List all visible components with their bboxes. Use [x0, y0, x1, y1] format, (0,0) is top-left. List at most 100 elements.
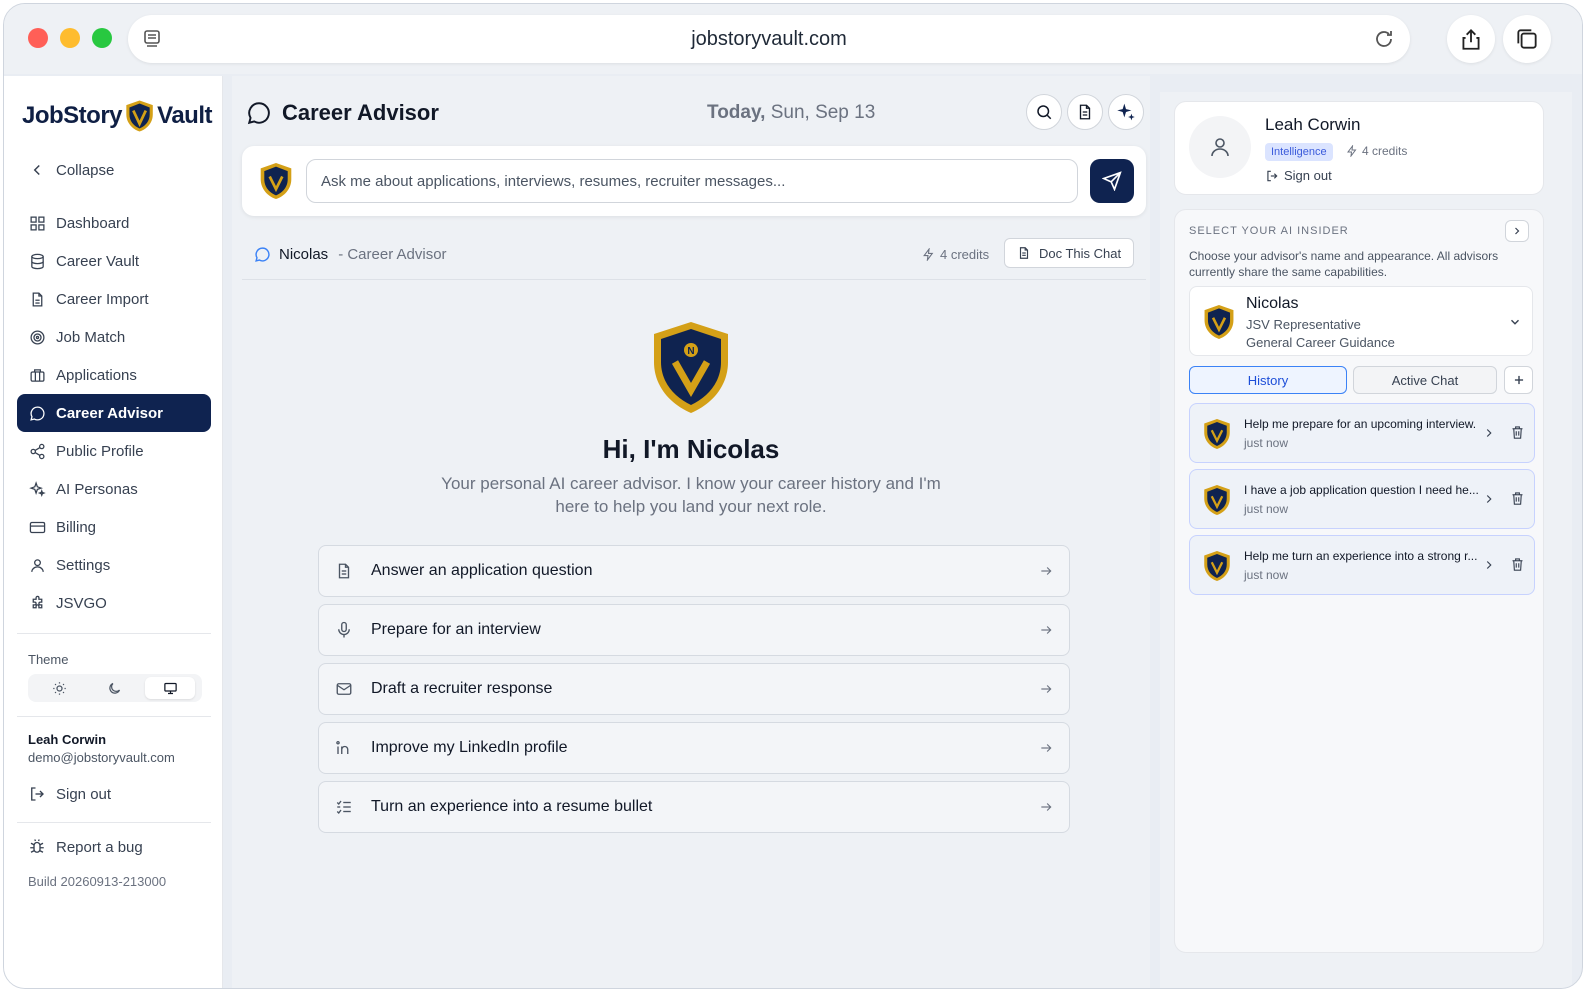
profile-sign-out-label: Sign out [1284, 168, 1332, 183]
ai-sparkle-button[interactable] [1108, 94, 1144, 130]
suggestion-answer-application-question[interactable]: Answer an application question [318, 545, 1070, 597]
credit-card-icon [29, 521, 46, 533]
logout-icon [1267, 170, 1278, 181]
sidebar-item-label: Dashboard [56, 214, 130, 232]
report-bug-button[interactable]: Report a bug [28, 838, 143, 856]
share-icon [1462, 29, 1480, 50]
profile-credits: 4 credits [1346, 144, 1407, 158]
sidebar-item-label: Career Vault [56, 252, 140, 270]
main-content: Career Advisor Today, Sun, Sep 13 Ask me… [232, 76, 1150, 988]
document-button[interactable] [1067, 94, 1103, 130]
sidebar-item-jsvgo[interactable]: JSVGO [17, 584, 211, 622]
tab-active-chat[interactable]: Active Chat [1353, 366, 1497, 394]
advisor-shield-icon [1204, 419, 1230, 449]
reload-icon[interactable] [1372, 27, 1396, 51]
tabs-overview-button[interactable] [1503, 15, 1551, 63]
theme-system-button[interactable] [145, 677, 196, 699]
sidebar-item-dashboard[interactable]: Dashboard [17, 204, 211, 242]
advisor-select-dropdown[interactable]: Nicolas JSV Representative General Caree… [1189, 286, 1533, 356]
date-prefix: Today, [707, 102, 766, 123]
browser-window: jobstoryvault.com JobStory Vault Collaps… [3, 3, 1583, 989]
history-item-title: Help me prepare for an upcoming intervie… [1244, 417, 1477, 431]
advisor-shield-icon [1204, 305, 1234, 339]
sidebar-user-name: Leah Corwin [28, 732, 107, 747]
sidebar-item-ai-personas[interactable]: AI Personas [17, 470, 211, 508]
insider-heading: SELECT YOUR AI INSIDER [1189, 225, 1349, 237]
sidebar-item-label: Public Profile [56, 442, 144, 460]
grid-icon [30, 215, 45, 231]
ai-insider-card: SELECT YOUR AI INSIDER Choose your advis… [1174, 209, 1544, 953]
history-item[interactable]: I have a job application question I need… [1189, 469, 1535, 529]
tab-history[interactable]: History [1189, 366, 1347, 394]
sidebar-nav: Dashboard Career Vault Career Import Job… [17, 204, 211, 622]
sidebar-item-applications[interactable]: Applications [17, 356, 211, 394]
sidebar-item-public-profile[interactable]: Public Profile [17, 432, 211, 470]
chevron-right-icon[interactable] [1482, 426, 1496, 440]
chevron-right-icon [1515, 227, 1520, 235]
linkedin-icon [336, 740, 349, 754]
history-item[interactable]: Help me prepare for an upcoming intervie… [1189, 403, 1535, 463]
sidebar-item-career-vault[interactable]: Career Vault [17, 242, 211, 280]
maximize-window-button[interactable] [92, 28, 112, 48]
sidebar-divider [17, 716, 211, 717]
advisor-shield-icon [1204, 551, 1230, 581]
advisor-role: JSV Representative [1246, 317, 1361, 332]
plan-badge: Intelligence [1265, 143, 1333, 161]
share-nodes-icon [30, 443, 45, 459]
insider-description: Choose your advisor's name and appearanc… [1189, 249, 1499, 279]
history-item-title: I have a job application question I need… [1244, 483, 1479, 497]
avatar[interactable] [1189, 116, 1251, 178]
minimize-window-button[interactable] [60, 28, 80, 48]
current-date: Today, Sun, Sep 13 [707, 102, 875, 124]
expand-panel-button[interactable] [1505, 220, 1529, 242]
advisor-focus: General Career Guidance [1246, 335, 1395, 350]
file-import-icon [32, 291, 43, 307]
plus-icon [1514, 375, 1523, 385]
new-chat-button[interactable] [1504, 366, 1533, 394]
ask-input[interactable] [306, 159, 1078, 203]
app-logo[interactable]: JobStory Vault [22, 92, 212, 140]
document-icon [1079, 104, 1091, 120]
logo-text-left: JobStory [22, 102, 123, 129]
sidebar-item-label: Settings [56, 556, 111, 574]
doc-this-chat-button[interactable]: Doc This Chat [1004, 238, 1135, 268]
sidebar-item-career-advisor[interactable]: Career Advisor [17, 394, 211, 432]
search-icon [1037, 105, 1052, 120]
trash-icon[interactable] [1510, 425, 1525, 440]
sidebar-sign-out-button[interactable]: Sign out [28, 785, 111, 803]
title-bar: jobstoryvault.com [4, 4, 1582, 74]
document-icon [338, 563, 350, 579]
share-button[interactable] [1447, 15, 1495, 63]
search-button[interactable] [1026, 94, 1062, 130]
theme-light-button[interactable] [35, 677, 85, 699]
collapse-label: Collapse [56, 161, 115, 179]
trash-icon[interactable] [1510, 491, 1525, 506]
history-item[interactable]: Help me turn an experience into a strong… [1189, 535, 1535, 595]
trash-icon[interactable] [1510, 557, 1525, 572]
suggestion-prepare-interview[interactable]: Prepare for an interview [318, 604, 1070, 656]
suggestion-improve-linkedin[interactable]: Improve my LinkedIn profile [318, 722, 1070, 774]
sidebar-divider [17, 822, 211, 823]
chevron-left-icon [33, 164, 40, 176]
theme-dark-button[interactable] [90, 677, 140, 699]
collapse-sidebar-button[interactable]: Collapse [28, 161, 114, 179]
chevron-right-icon[interactable] [1482, 558, 1496, 572]
suggestion-draft-recruiter-response[interactable]: Draft a recruiter response [318, 663, 1070, 715]
chat-header: Nicolas - Career Advisor 4 credits Doc T… [242, 234, 1146, 280]
address-bar[interactable]: jobstoryvault.com [128, 15, 1410, 63]
sidebar-item-label: Career Advisor [56, 404, 163, 422]
sidebar-item-settings[interactable]: Settings [17, 546, 211, 584]
close-window-button[interactable] [28, 28, 48, 48]
chevron-right-icon[interactable] [1482, 492, 1496, 506]
sidebar-item-career-import[interactable]: Career Import [17, 280, 211, 318]
suggestion-label: Improve my LinkedIn profile [371, 739, 568, 756]
sidebar-item-billing[interactable]: Billing [17, 508, 211, 546]
send-button[interactable] [1090, 159, 1134, 203]
sidebar-user-email: demo@jobstoryvault.com [28, 750, 175, 765]
sidebar-item-job-match[interactable]: Job Match [17, 318, 211, 356]
profile-sign-out-button[interactable]: Sign out [1265, 168, 1332, 183]
suggestion-resume-bullet[interactable]: Turn an experience into a resume bullet [318, 781, 1070, 833]
puzzle-icon [32, 595, 43, 608]
theme-label: Theme [28, 652, 69, 667]
sparkles-icon [29, 480, 46, 497]
